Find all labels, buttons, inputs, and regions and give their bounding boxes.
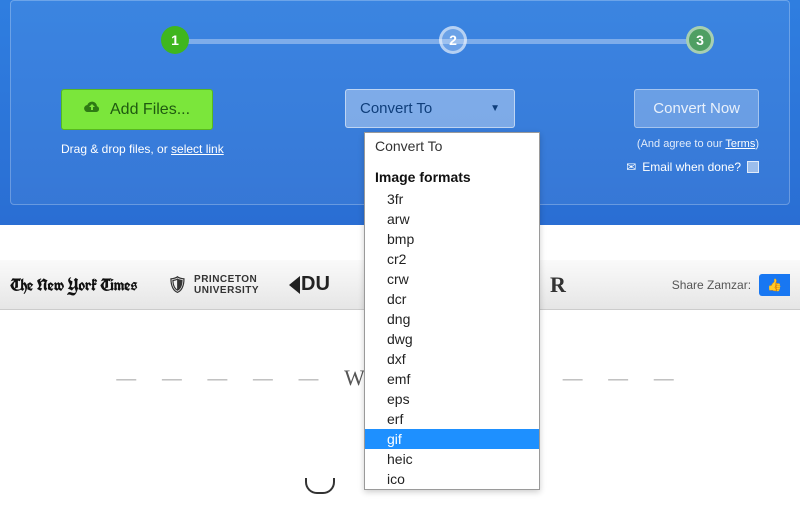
step-1-badge: 1 xyxy=(161,26,189,54)
princeton-top: PRINCETON xyxy=(194,274,259,285)
decorative-hairpin xyxy=(305,478,335,494)
step-2-badge: 2 xyxy=(439,26,467,54)
convert-to-label: Convert To xyxy=(360,100,432,117)
convert-now-button[interactable]: Convert Now xyxy=(634,89,759,128)
dropdown-item-gif[interactable]: gif xyxy=(365,429,539,449)
dropdown-item-erf[interactable]: erf xyxy=(365,409,539,429)
princeton-bottom: UNIVERSITY xyxy=(194,285,259,296)
du-text: DU xyxy=(301,273,330,296)
dropdown-header: Convert To xyxy=(365,133,539,159)
step-3-badge: 3 xyxy=(686,26,714,54)
terms-link[interactable]: Terms xyxy=(725,138,755,150)
dropdown-item-crw[interactable]: crw xyxy=(365,269,539,289)
steps-row: 1 2 3 xyxy=(41,26,759,54)
email-when-done-checkbox[interactable] xyxy=(747,161,759,173)
convert-to-dropdown[interactable]: Convert To Image formats 3frarwbmpcr2crw… xyxy=(364,132,540,490)
dropdown-item-dcr[interactable]: dcr xyxy=(365,289,539,309)
share-section: Share Zamzar: 👍 xyxy=(672,274,790,296)
princeton-logo: 🛡 PRINCETON UNIVERSITY xyxy=(167,274,259,296)
drop-hint: Drag & drop files, or select link xyxy=(61,142,224,156)
drop-hint-prefix: Drag & drop files, or xyxy=(61,142,171,156)
dropdown-item-dwg[interactable]: dwg xyxy=(365,329,539,349)
select-link[interactable]: select link xyxy=(171,142,224,156)
nyt-logo: The New York Times xyxy=(10,273,137,296)
mail-icon: ✉ xyxy=(626,160,636,174)
terms-prefix: (And agree to our xyxy=(637,138,725,150)
facebook-like-button[interactable]: 👍 xyxy=(759,274,790,296)
dropdown-item-bmp[interactable]: bmp xyxy=(365,229,539,249)
dash-left: — — — — — xyxy=(116,368,328,390)
chevron-down-icon: ▼ xyxy=(490,103,500,114)
dropdown-item-ico[interactable]: ico xyxy=(365,469,539,489)
dropdown-item-arw[interactable]: arw xyxy=(365,209,539,229)
dropdown-group-image-formats: Image formats xyxy=(365,159,539,189)
convert-to-select[interactable]: Convert To ▼ xyxy=(345,89,515,128)
dropdown-item-cr2[interactable]: cr2 xyxy=(365,249,539,269)
add-files-button[interactable]: Add Files... xyxy=(61,89,213,130)
du-logo: DU xyxy=(289,273,330,296)
dropdown-item-heic[interactable]: heic xyxy=(365,449,539,469)
share-label: Share Zamzar: xyxy=(672,278,751,292)
dropdown-item-dng[interactable]: dng xyxy=(365,309,539,329)
r-logo: R xyxy=(550,272,566,298)
email-when-done-row: ✉ Email when done? xyxy=(626,160,759,174)
dropdown-item-eps[interactable]: eps xyxy=(365,389,539,409)
dropdown-scroll[interactable]: Convert To Image formats 3frarwbmpcr2crw… xyxy=(365,133,539,489)
terms-text: (And agree to our Terms) xyxy=(637,138,759,150)
dropdown-item-3fr[interactable]: 3fr xyxy=(365,189,539,209)
email-when-done-label: Email when done? xyxy=(642,160,741,174)
shield-icon: 🛡 xyxy=(167,275,188,295)
add-files-label: Add Files... xyxy=(110,101,190,119)
thumbs-up-icon: 👍 xyxy=(767,278,782,292)
terms-suffix: ) xyxy=(755,138,759,150)
step-line xyxy=(176,39,699,44)
dash-w: W xyxy=(344,365,365,390)
upload-cloud-icon xyxy=(84,100,100,119)
dropdown-item-emf[interactable]: emf xyxy=(365,369,539,389)
triangle-left-icon xyxy=(289,276,300,294)
dropdown-item-dxf[interactable]: dxf xyxy=(365,349,539,369)
